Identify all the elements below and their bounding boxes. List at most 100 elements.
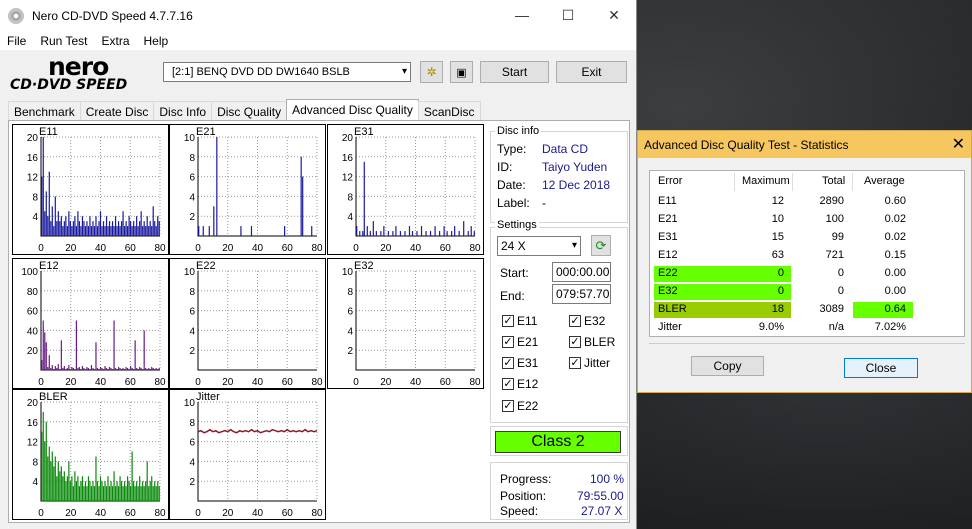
bar [125,486,127,501]
chart-title: Jitter [196,391,220,403]
checkbox-e11[interactable]: ✓ E11 [502,314,537,328]
bar [62,476,64,501]
bar [95,342,97,370]
x-tick-label: 60 [125,377,137,388]
bar [62,226,64,236]
close-window-button[interactable]: ✕ [591,0,637,31]
bar [45,342,47,370]
bar [77,368,79,370]
checkbox-e31[interactable]: ✓ E31 [502,356,538,370]
checkbox-bler[interactable]: ✓ BLER [569,335,615,349]
bar [80,226,82,236]
copy-button[interactable]: Copy [691,356,764,376]
statistics-table: Error Maximum Total Average E11 12 2890 0.6… [649,170,965,337]
checkbox-e21[interactable]: ✓ E21 [502,335,538,349]
y-tick-label: 8 [189,418,195,429]
cell-maximum: 0 [777,285,784,297]
tab-disc-quality[interactable]: Disc Quality [211,101,288,122]
close-button[interactable]: Close [844,358,918,378]
chevron-down-icon: ▾ [571,240,577,251]
bar [107,369,109,370]
bar [110,226,112,236]
position-value: 79:55.00 [577,489,624,503]
save-button[interactable]: ▣ [450,61,473,83]
checkbox-e22[interactable]: ✓ E22 [502,399,538,413]
checkbox-e12[interactable]: ✓ E12 [502,377,538,391]
checkbox-e32[interactable]: ✓ E32 [569,314,605,328]
bar [96,368,99,370]
bar [149,369,151,370]
cell-total: 3089 [819,303,844,315]
bar [137,369,139,370]
end-time-input[interactable]: 079:57.70 [552,284,611,304]
exit-button[interactable]: Exit [556,61,627,83]
bar [72,486,74,501]
speed-select[interactable]: 24 X ▾ [497,236,581,256]
y-tick-label: 60 [27,307,39,318]
bar [99,211,102,236]
bar [69,221,71,236]
x-tick-label: 40 [95,508,107,519]
bar [148,226,150,236]
bar [395,226,397,236]
bar [130,486,132,501]
maximize-button[interactable]: ☐ [545,0,591,31]
chart-title: E32 [354,260,374,272]
date-value: 12 Dec 2018 [542,178,611,192]
bar [130,366,132,370]
refresh-button[interactable]: ⟳ [591,235,611,256]
start-time-input[interactable]: 000:00.00 [552,262,611,282]
bar [157,369,159,370]
tab-create-disc[interactable]: Create Disc [79,101,155,122]
drive-select[interactable]: [2:1] BENQ DVD DD DW1640 BSLB ▾ [163,62,411,82]
bar [131,451,133,501]
bar [81,216,84,236]
menu-file[interactable]: File [0,34,33,48]
checkbox-jitter[interactable]: ✓ Jitter [569,356,610,370]
type-value: Data CD [542,142,589,156]
x-tick-label: 40 [410,243,422,254]
bar [127,476,129,501]
x-tick-label: 20 [65,508,77,519]
cell-maximum: 0 [777,267,784,279]
menu-run-test[interactable]: Run Test [33,34,94,48]
y-tick-label: 4 [32,477,38,488]
check-icon: ✓ [502,336,514,348]
statistics-dialog: Advanced Disc Quality Test - Statistics … [637,130,972,393]
bar [131,226,133,236]
y-tick-label: 4 [189,326,195,337]
bar [105,216,108,236]
y-tick-label: 2 [189,346,195,357]
cell-error: E32 [658,285,678,297]
tab-disc-info[interactable]: Disc Info [153,101,213,122]
drive-select-value: [2:1] BENQ DVD DD DW1640 BSLB [172,66,350,78]
bar [122,368,124,370]
x-tick-label: 80 [154,243,166,254]
bar [151,367,153,370]
y-tick-label: 16 [27,418,39,429]
bar [369,231,371,236]
checkbox-label: Jitter [584,356,611,370]
tab-scandisc[interactable]: ScanDisc [417,101,481,122]
bar [134,340,136,370]
tab-advanced-disc-quality[interactable]: Advanced Disc Quality [286,99,419,122]
x-tick-label: 80 [469,377,481,388]
bar [131,368,133,370]
menu-help[interactable]: Help [137,34,176,48]
check-icon: ✓ [502,315,514,327]
x-tick-label: 60 [125,508,137,519]
start-button[interactable]: Start [480,61,549,83]
menu-extra[interactable]: Extra [94,34,136,48]
bar [143,330,145,370]
bar [53,466,55,501]
y-tick-label: 40 [27,326,39,337]
bar [71,476,73,501]
minimize-button[interactable]: — [499,0,545,31]
bar [213,206,215,236]
close-icon[interactable]: ✕ [952,134,965,154]
drive-settings-button[interactable]: ✲ [420,61,443,83]
tab-benchmark[interactable]: Benchmark [8,101,81,122]
y-tick-label: 16 [342,153,354,164]
bar [86,486,88,501]
table-row: E12 63 721 0.15 [650,248,964,264]
